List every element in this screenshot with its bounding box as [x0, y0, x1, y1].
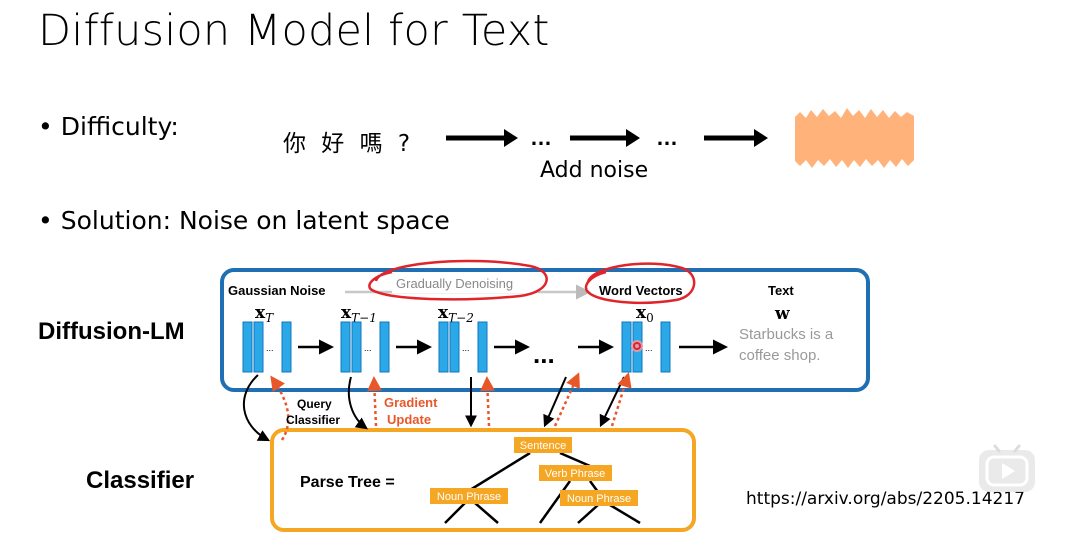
noise-blob — [795, 108, 914, 168]
output-text-line2: coffee shop. — [739, 347, 820, 364]
svg-text:...: ... — [462, 343, 470, 353]
query-arrow-4 — [543, 376, 567, 428]
w-label: w — [774, 304, 790, 324]
node-noun-phrase-1: Noun Phrase — [430, 488, 508, 504]
gradient-label-line2: Update — [387, 412, 431, 427]
gradient-arrow-4 — [553, 372, 580, 427]
gradient-arrow-2 — [367, 376, 383, 427]
text-header-label: Text — [768, 283, 794, 298]
gradient-label-line1: Gradient — [384, 395, 438, 410]
svg-text:Sentence: Sentence — [520, 440, 566, 452]
gaussian-noise-label: Gaussian Noise — [228, 283, 326, 298]
svg-text:...: ... — [266, 343, 274, 353]
vector-group-xT2: ... — [438, 321, 488, 373]
node-verb-phrase: Verb Phrase — [539, 465, 612, 481]
query-label-line2: Classifier — [286, 413, 340, 427]
vector-group-xT1: ... — [340, 321, 390, 373]
steps-ellipsis: ... — [533, 339, 555, 369]
gradient-arrow-3 — [480, 376, 496, 427]
diagram-canvas: … … Gaussian Noise Gradually Denoising W… — [220, 108, 914, 532]
output-text-line1: Starbucks is a — [739, 326, 834, 343]
gradient-arrow-5 — [610, 372, 632, 427]
word-vectors-label: Word Vectors — [599, 283, 683, 298]
noise-arrow-1 — [446, 129, 518, 147]
svg-text:Verb Phrase: Verb Phrase — [545, 468, 606, 480]
noise-arrow-2 — [570, 129, 640, 147]
query-arrow-1 — [242, 374, 271, 442]
vector-group-xT: ... — [242, 321, 292, 373]
play-icon — [979, 444, 1035, 492]
node-noun-phrase-2: Noun Phrase — [560, 490, 638, 506]
svg-text:Noun Phrase: Noun Phrase — [437, 491, 501, 503]
query-arrow-2 — [347, 376, 368, 430]
play-button[interactable] — [977, 444, 1037, 494]
parse-tree-label: Parse Tree = — [300, 474, 395, 491]
svg-text:...: ... — [364, 343, 372, 353]
svg-text:Noun Phrase: Noun Phrase — [567, 493, 631, 505]
svg-text:...: ... — [645, 343, 653, 353]
vector-group-x0: ... — [621, 321, 671, 373]
noise-ellipsis-2: … — [656, 125, 678, 150]
node-sentence: Sentence — [514, 437, 572, 453]
noise-arrow-3 — [704, 129, 768, 147]
noise-ellipsis-1: … — [530, 125, 552, 150]
gradually-denoising-label: Gradually Denoising — [396, 276, 513, 291]
query-label-line1: Query — [297, 397, 332, 411]
